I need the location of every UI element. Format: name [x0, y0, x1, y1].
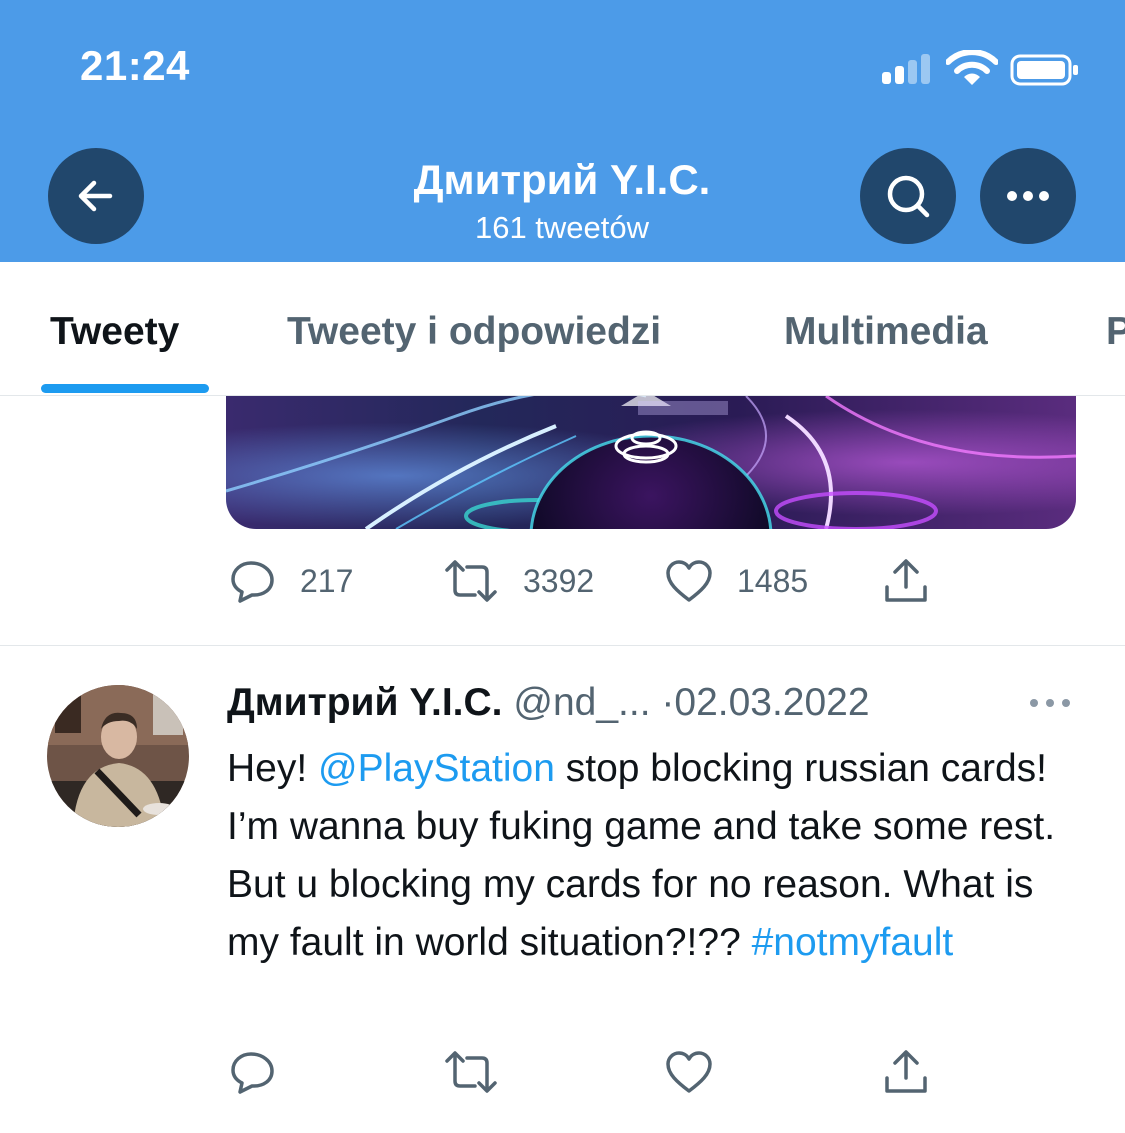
- profile-tabs: Tweety Tweety i odpowiedzi Multimedia P: [0, 262, 1125, 396]
- retweet-button[interactable]: 3392: [443, 551, 594, 611]
- more-horizontal-icon: [1007, 191, 1049, 201]
- arrow-left-icon: [78, 180, 113, 212]
- retweet-icon: [445, 1051, 497, 1093]
- heart-icon: [666, 560, 712, 602]
- status-bar-time: 21:24: [80, 42, 190, 89]
- author-handle[interactable]: @nd_...: [513, 681, 650, 724]
- tweet-media-image[interactable]: [226, 396, 1076, 529]
- retweet-icon: [445, 560, 497, 602]
- profile-title: Дмитрий Y.I.C.: [413, 156, 711, 203]
- reply-icon: [231, 561, 274, 603]
- share-button[interactable]: [882, 551, 930, 611]
- like-button[interactable]: [665, 1042, 713, 1102]
- reply-button[interactable]: 217: [230, 551, 353, 611]
- retweet-button[interactable]: [443, 1042, 499, 1102]
- search-button[interactable]: [860, 148, 956, 244]
- tweet-more-icon[interactable]: [1026, 688, 1074, 718]
- reply-count: 217: [300, 562, 354, 599]
- tweet-text-start: Hey!: [227, 747, 319, 790]
- more-options-button[interactable]: [980, 148, 1076, 244]
- retweet-count: 3392: [523, 562, 595, 599]
- back-button[interactable]: [48, 148, 144, 244]
- cellular-signal-icon: [882, 54, 936, 84]
- battery-icon: [1010, 54, 1078, 86]
- profile-header: 21:24 Дмитрий Y.I.C. 161 tweetów: [0, 0, 1125, 262]
- prev-tweet-actions: 217 3392 1485: [0, 551, 1125, 611]
- tab-partial[interactable]: P: [1106, 310, 1125, 354]
- share-icon: [885, 1050, 927, 1093]
- reply-button[interactable]: [230, 1042, 276, 1102]
- like-button[interactable]: 1485: [665, 551, 808, 611]
- tweet-text: Hey! @PlayStation stop blocking russian …: [227, 740, 1087, 972]
- tweet-header: Дмитрий Y.I.C. @nd_... ·02.03.2022: [227, 681, 870, 725]
- avatar[interactable]: [47, 685, 189, 827]
- tweet-divider: [0, 645, 1125, 646]
- wifi-icon: [946, 50, 998, 85]
- search-icon: [887, 175, 930, 218]
- tab-tweety-i-odpowiedzi[interactable]: Tweety i odpowiedzi: [287, 310, 661, 354]
- header-separator: ·: [661, 681, 675, 724]
- tweet-actions: [0, 1042, 1125, 1102]
- mention-link[interactable]: @PlayStation: [318, 747, 555, 790]
- share-icon: [885, 559, 927, 602]
- active-tab-indicator: [41, 384, 209, 393]
- heart-icon: [666, 1051, 712, 1093]
- reply-icon: [231, 1052, 274, 1094]
- tab-multimedia[interactable]: Multimedia: [784, 310, 988, 354]
- like-count: 1485: [737, 562, 809, 599]
- author-name[interactable]: Дмитрий Y.I.C.: [227, 681, 503, 724]
- tab-tweety[interactable]: Tweety: [50, 310, 179, 354]
- tweet-date[interactable]: 02.03.2022: [674, 681, 869, 724]
- hashtag-link[interactable]: #notmyfault: [752, 921, 954, 964]
- tweet-count: 161 tweetów: [474, 210, 650, 245]
- share-button[interactable]: [882, 1042, 930, 1102]
